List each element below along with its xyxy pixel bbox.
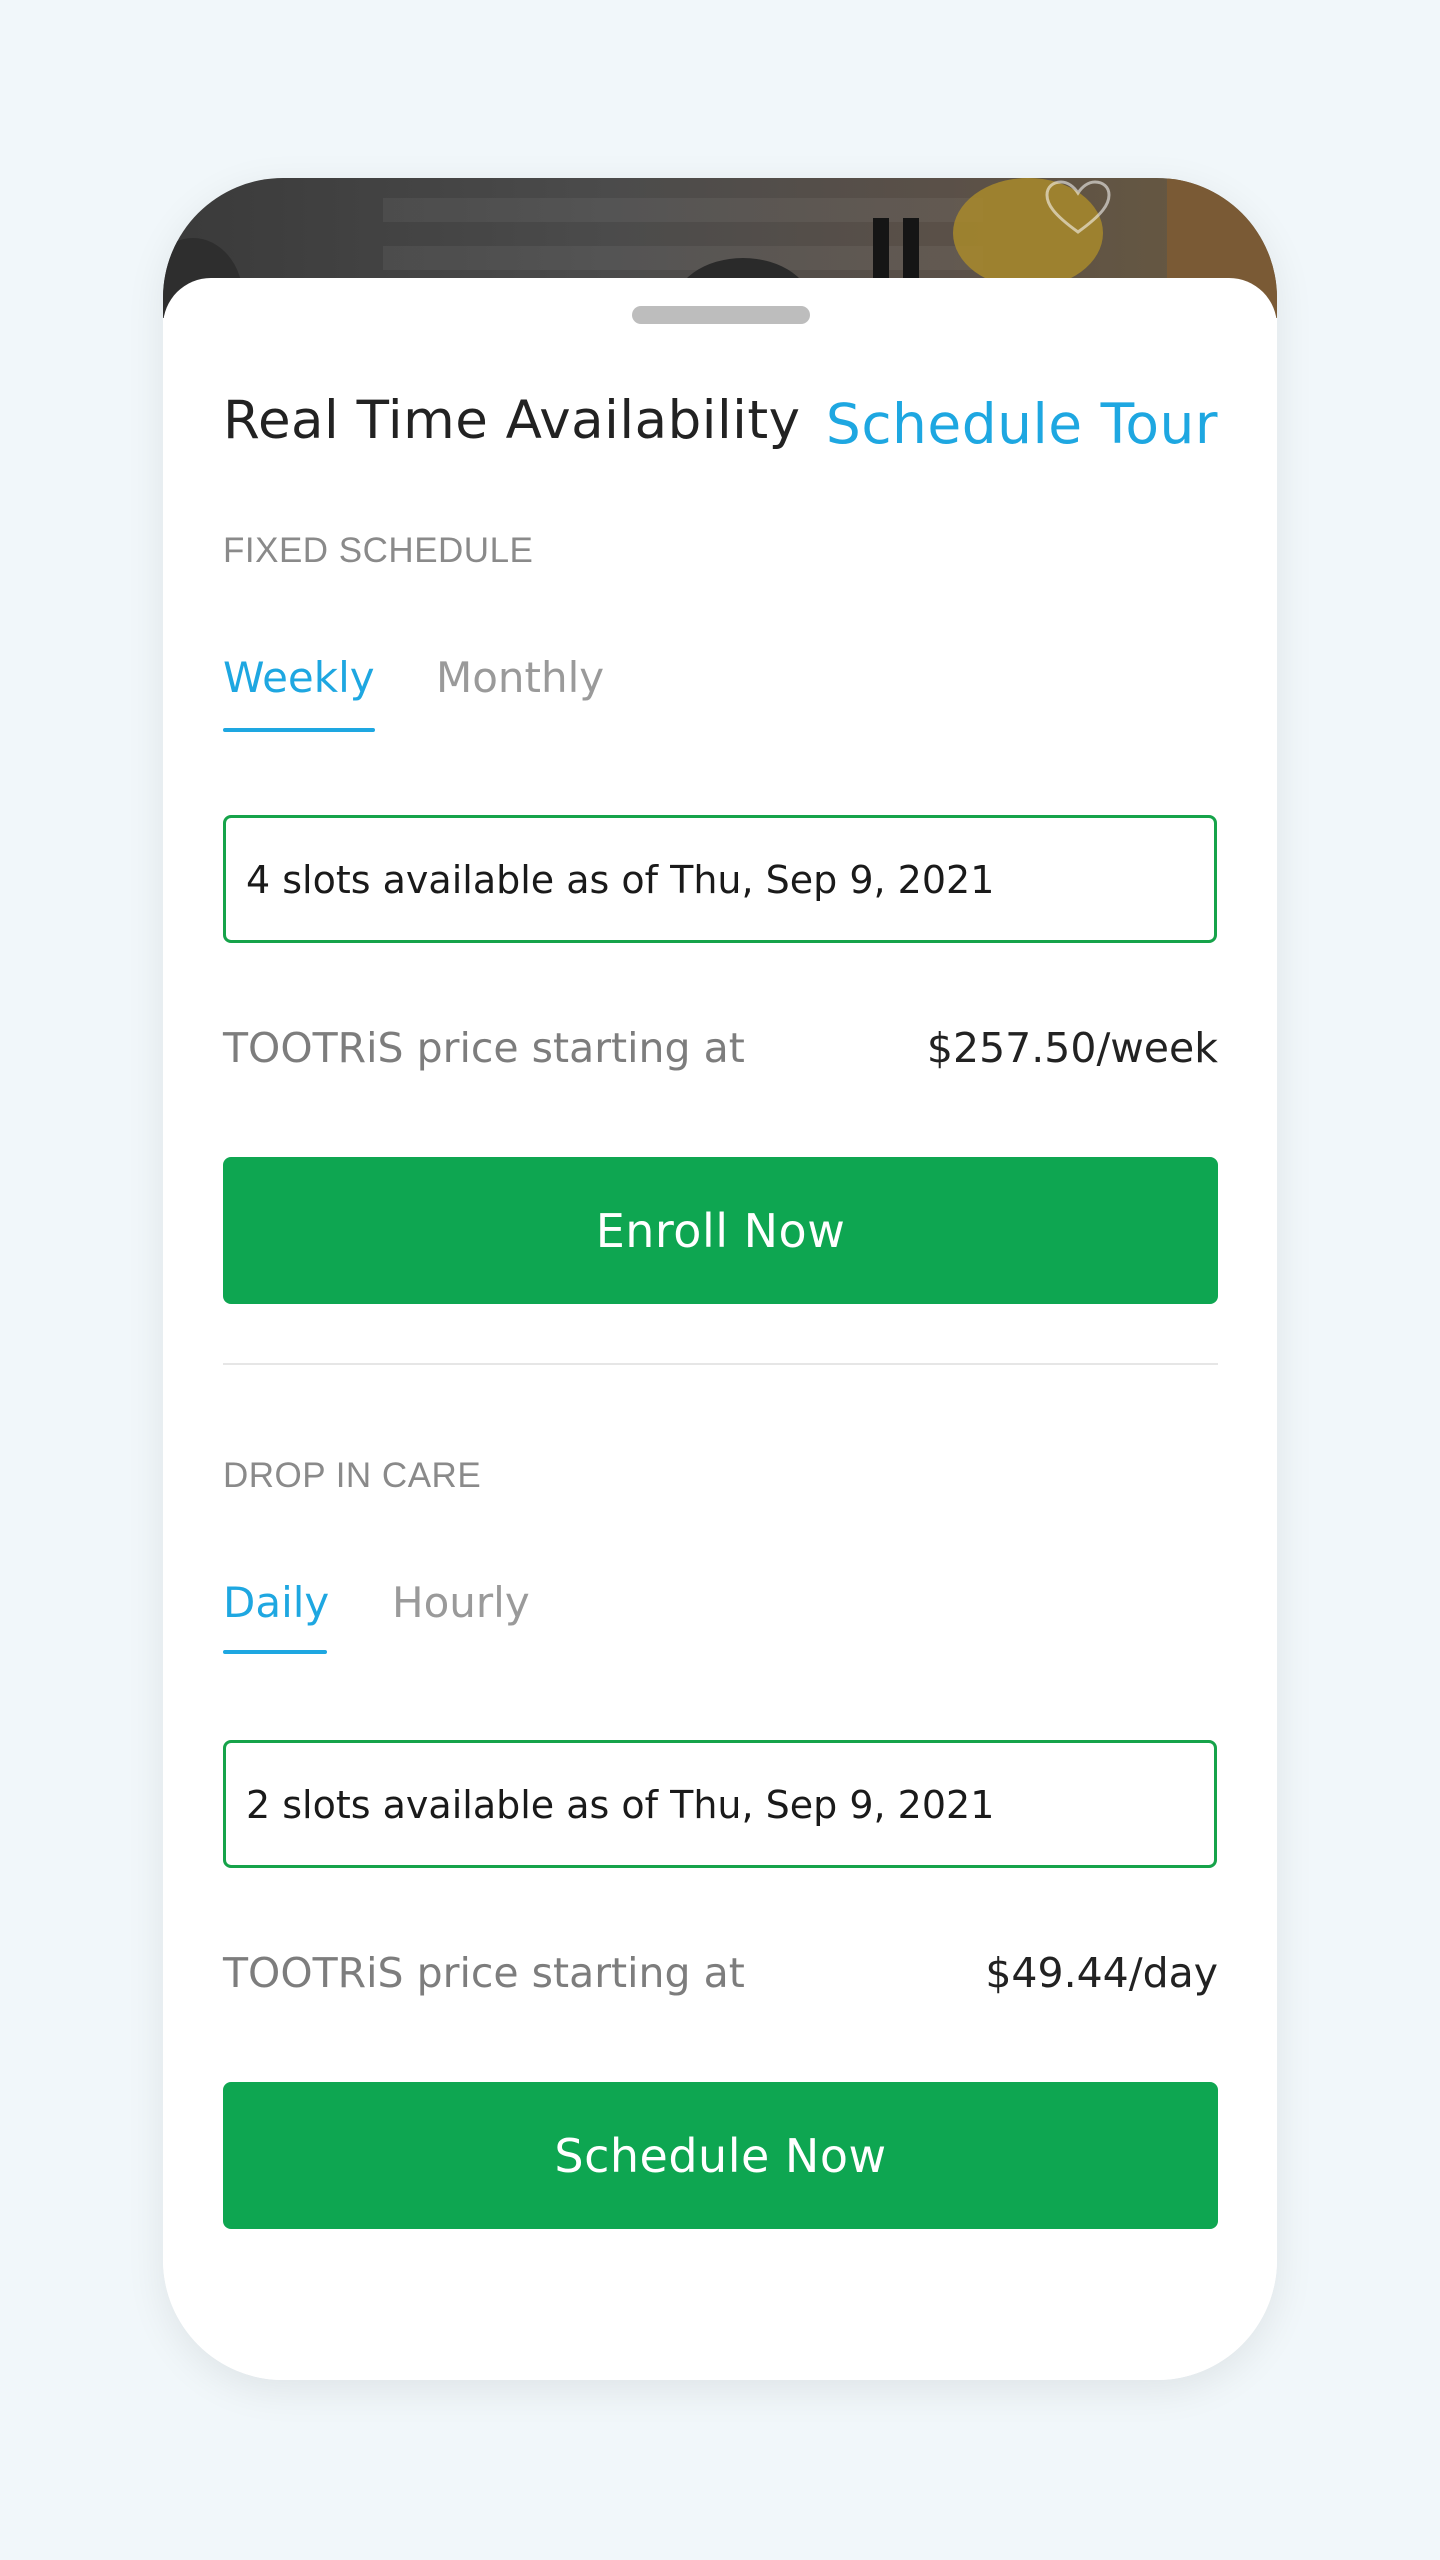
section-divider	[223, 1363, 1218, 1365]
fixed-price-label: TOOTRiS price starting at	[223, 1024, 745, 1072]
page-title: Real Time Availability	[223, 390, 801, 451]
tab-hourly[interactable]: Hourly	[392, 1578, 530, 1627]
fixed-schedule-label: FIXED SCHEDULE	[223, 531, 534, 570]
tab-weekly[interactable]: Weekly	[223, 653, 375, 702]
fixed-slots-text: 4 slots available as of Thu, Sep 9, 2021	[246, 858, 995, 902]
tab-monthly[interactable]: Monthly	[436, 653, 604, 702]
drop-in-care-tabs: Daily Hourly	[223, 1578, 723, 1688]
fixed-price-value: $257.50/week	[926, 1024, 1218, 1072]
drop-in-price-value: $49.44/day	[985, 1949, 1218, 1997]
schedule-now-button[interactable]: Schedule Now	[223, 2082, 1218, 2229]
heart-icon[interactable]	[1043, 178, 1113, 238]
fixed-schedule-tabs: Weekly Monthly	[223, 653, 723, 763]
enroll-now-button[interactable]: Enroll Now	[223, 1157, 1218, 1304]
drop-in-slots-text: 2 slots available as of Thu, Sep 9, 2021	[246, 1783, 995, 1827]
active-tab-underline	[223, 728, 375, 732]
drop-in-price-label: TOOTRiS price starting at	[223, 1949, 745, 1997]
drop-in-slots-box: 2 slots available as of Thu, Sep 9, 2021	[223, 1740, 1217, 1868]
drop-in-care-label: DROP IN CARE	[223, 1456, 482, 1495]
schedule-tour-link[interactable]: Schedule Tour	[826, 392, 1218, 456]
drag-handle[interactable]	[632, 306, 810, 324]
tab-daily[interactable]: Daily	[223, 1578, 329, 1627]
phone-frame: Real Time Availability Schedule Tour FIX…	[163, 178, 1277, 2380]
availability-sheet: Real Time Availability Schedule Tour FIX…	[163, 278, 1277, 2380]
fixed-slots-box: 4 slots available as of Thu, Sep 9, 2021	[223, 815, 1217, 943]
active-tab-underline	[223, 1650, 327, 1654]
